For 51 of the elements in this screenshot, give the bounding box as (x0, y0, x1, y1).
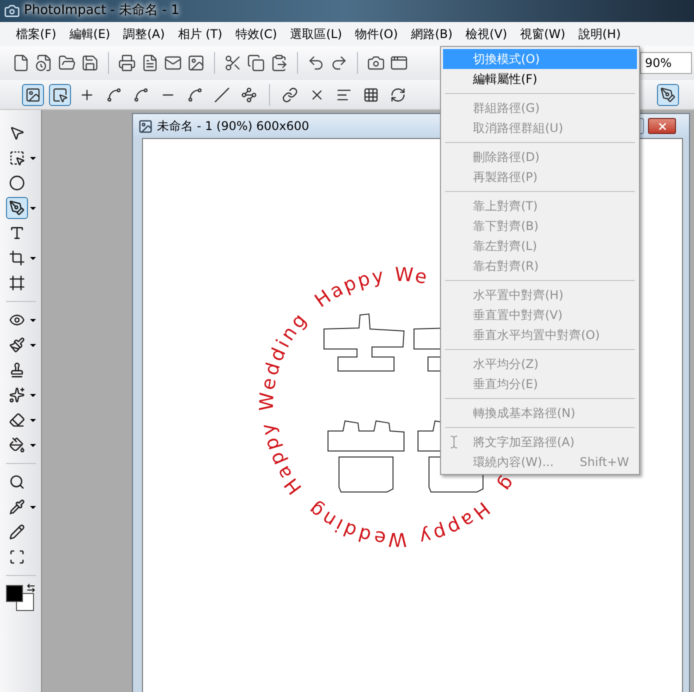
glyph-outline (338, 456, 394, 492)
menu-title[interactable]: 編輯(E) (69, 25, 110, 43)
zoom-field[interactable]: 90% (640, 52, 692, 74)
camera-icon[interactable] (367, 54, 385, 72)
window-title: PhotoImpact - 未命名 - 1 (24, 2, 180, 20)
caret-icon[interactable] (30, 394, 36, 396)
cut-icon[interactable] (224, 54, 242, 72)
app-icon (4, 3, 20, 19)
copy-icon[interactable] (247, 54, 265, 72)
document-icon[interactable] (141, 54, 159, 72)
printer-icon[interactable] (118, 54, 136, 72)
paste-icon[interactable] (270, 54, 288, 72)
close-icon (656, 120, 668, 132)
menu-title[interactable]: 特效(C) (235, 25, 278, 43)
menu-title[interactable]: 檔案(F) (16, 25, 56, 43)
caret-icon[interactable] (30, 318, 36, 322)
document-title: 未命名 - 1 (90%) 600x600 (157, 118, 310, 135)
save-icon[interactable] (81, 54, 99, 72)
path-text: g (494, 472, 519, 495)
window-icon[interactable] (390, 54, 408, 72)
caret-icon[interactable] (30, 418, 36, 422)
menu-title[interactable]: 說明(H) (578, 25, 621, 43)
caret-icon[interactable] (30, 506, 36, 508)
file-icon[interactable] (12, 54, 30, 72)
redo-icon[interactable] (330, 54, 348, 72)
pen-tool-icon[interactable] (657, 84, 679, 106)
close-button[interactable] (648, 118, 676, 134)
menu-title[interactable]: 物件(O) (355, 25, 398, 43)
menu-title[interactable]: 選取區(L) (290, 25, 342, 43)
document-icon (138, 118, 153, 134)
caret-icon[interactable] (30, 344, 36, 346)
caret-icon[interactable] (30, 156, 36, 160)
menu-title[interactable]: 相片 (T) (178, 25, 222, 43)
file-clock-icon[interactable] (35, 54, 53, 72)
menu-title[interactable]: 調整(A) (123, 25, 165, 43)
menu-title[interactable]: 網路(B) (410, 25, 453, 43)
caret-icon[interactable] (30, 256, 36, 260)
image-icon[interactable] (22, 84, 44, 106)
menu-title[interactable]: 視窗(W) (520, 25, 566, 43)
menu-item[interactable]: 編輯屬性(F) (443, 69, 637, 89)
mail-icon[interactable] (164, 54, 182, 72)
swap-icon[interactable] (26, 583, 36, 593)
pointer-icon[interactable] (49, 84, 71, 106)
image-icon[interactable] (187, 54, 205, 72)
caret-icon[interactable] (30, 206, 36, 210)
menu-title[interactable]: 檢視(V) (466, 25, 508, 43)
caret-icon[interactable] (30, 444, 36, 446)
pen-tool-icon[interactable] (6, 197, 28, 219)
menu-item[interactable]: 切換模式(O) (443, 49, 637, 69)
undo-icon[interactable] (307, 54, 325, 72)
folder-icon[interactable] (58, 54, 76, 72)
